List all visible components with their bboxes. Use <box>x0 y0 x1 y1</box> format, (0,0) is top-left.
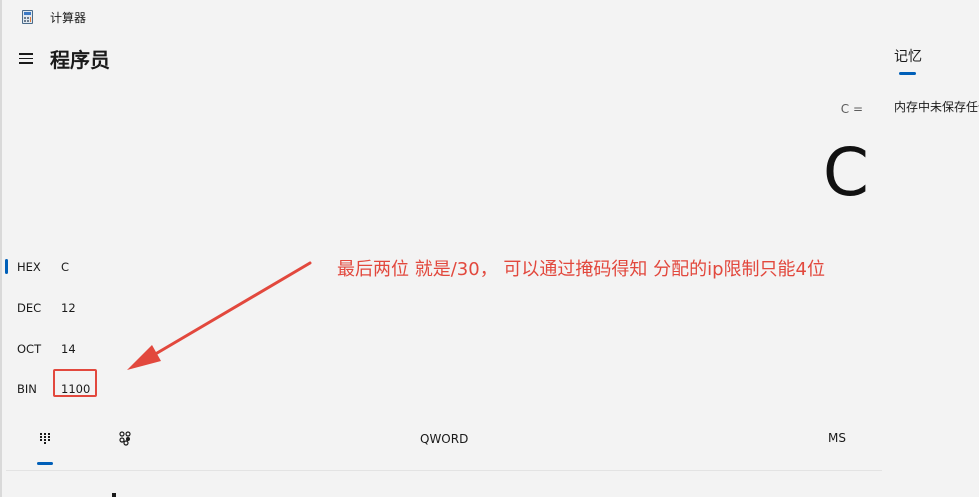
memory-store-button[interactable]: MS <box>828 431 846 445</box>
full-keypad-tab[interactable] <box>30 424 62 468</box>
divider <box>6 470 882 471</box>
radix-dec-row[interactable]: DEC 12 <box>0 293 200 321</box>
annotation-highlight-box <box>53 369 97 397</box>
radix-label-dec: DEC <box>17 301 42 315</box>
selected-indicator <box>5 259 8 274</box>
radix-bin-row[interactable]: BIN 1100 <box>0 374 200 402</box>
radix-value-oct: 14 <box>61 342 76 356</box>
partial-key-glyph <box>112 493 116 497</box>
full-keypad-icon <box>40 433 50 444</box>
radix-hex-row[interactable]: HEX C <box>0 252 200 280</box>
radix-value-dec: 12 <box>61 301 76 315</box>
memory-empty-message: 内存中未保存任何内容 <box>894 100 979 114</box>
memory-tab[interactable]: 记忆 <box>894 46 922 66</box>
mode-title: 程序员 <box>50 48 110 72</box>
calculator-window: 计算器 程序员 C = C HEX C DEC 12 OCT 14 BIN 11… <box>0 0 979 497</box>
bit-toggle-keypad-tab[interactable] <box>110 424 142 456</box>
result-display: C <box>822 134 869 211</box>
title-bar: 计算器 <box>0 0 979 34</box>
annotation-arrow <box>127 261 312 370</box>
radix-oct-row[interactable]: OCT 14 <box>0 334 200 362</box>
window-edge <box>0 0 2 497</box>
tab-selected-underline <box>37 462 53 465</box>
word-size-button[interactable]: QWORD <box>420 432 468 446</box>
annotation-text: 最后两位 就是/30， 可以通过掩码得知 分配的ip限制只能4位 <box>337 259 826 280</box>
app-title: 计算器 <box>50 11 87 25</box>
hamburger-menu-icon[interactable] <box>12 46 40 70</box>
bit-toggle-keypad-icon <box>119 431 131 446</box>
radix-label-oct: OCT <box>17 342 42 356</box>
calculator-icon <box>22 10 33 24</box>
expression-display: C = <box>840 102 863 116</box>
radix-label-hex: HEX <box>17 260 41 274</box>
radix-value-hex: C <box>61 260 70 274</box>
memory-tab-underline <box>899 72 916 75</box>
radix-label-bin: BIN <box>17 382 37 396</box>
